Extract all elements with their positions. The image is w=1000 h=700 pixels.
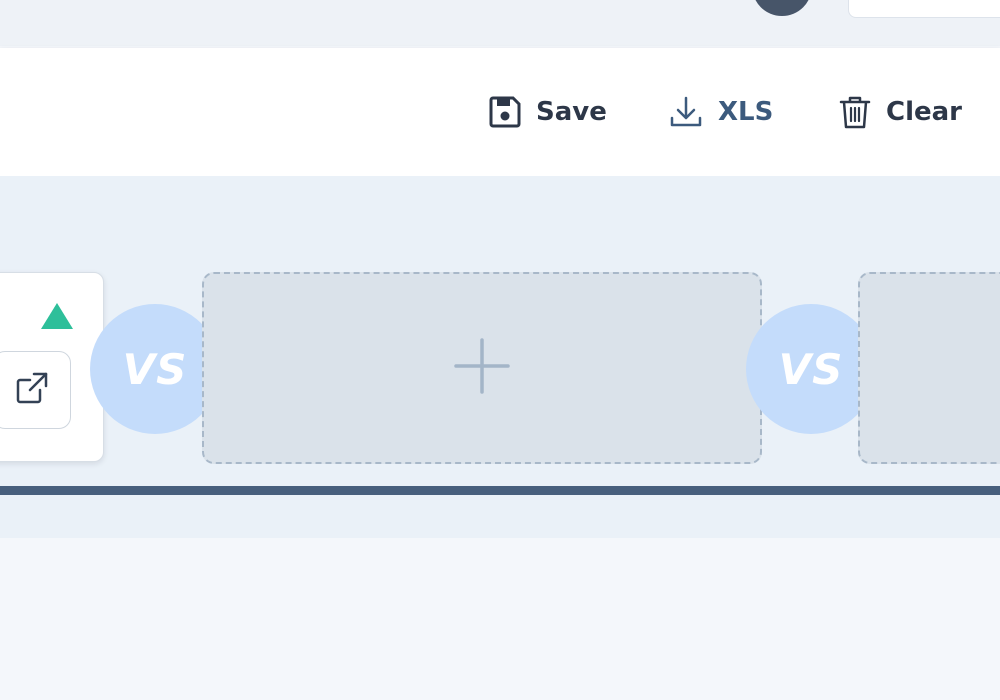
xls-label: XLS — [718, 97, 774, 127]
plus-icon — [452, 336, 512, 401]
top-bar — [0, 0, 1000, 46]
clear-button[interactable]: Clear — [838, 88, 962, 136]
add-comparison-slot[interactable] — [858, 272, 1000, 464]
open-external-button[interactable] — [0, 351, 71, 429]
clear-label: Clear — [886, 97, 962, 127]
save-label: Save — [536, 97, 607, 127]
trash-icon — [838, 94, 872, 130]
comparison-area: VS VS — [0, 176, 1000, 538]
toolbar: Save XLS Clear — [0, 48, 1000, 176]
divider — [0, 486, 1000, 495]
external-link-icon — [14, 370, 50, 411]
top-card[interactable] — [848, 0, 1000, 18]
avatar[interactable] — [752, 0, 812, 16]
save-icon — [488, 95, 522, 129]
download-icon — [668, 94, 704, 130]
triangle-up-icon — [41, 303, 73, 329]
selected-item-card — [0, 272, 104, 462]
vs-badge: VS — [746, 304, 876, 434]
vs-badge: VS — [90, 304, 220, 434]
add-comparison-slot[interactable] — [202, 272, 762, 464]
xls-export-button[interactable]: XLS — [668, 88, 773, 136]
save-button[interactable]: Save — [488, 88, 607, 136]
